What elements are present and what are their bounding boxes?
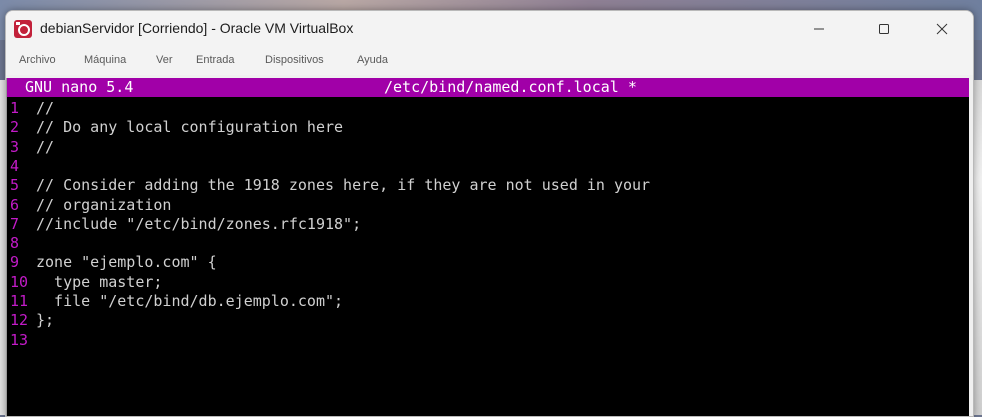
line-number: 4 <box>10 156 20 175</box>
line-number: 1 <box>10 99 20 117</box>
line-number: 3 <box>10 137 20 156</box>
virtualbox-app-icon <box>14 20 32 38</box>
title-bar[interactable]: debianServidor [Corriendo] - Oracle VM V… <box>6 11 973 47</box>
vm-screen[interactable]: GNU nano 5.4 /etc/bind/named.conf.local … <box>6 78 969 416</box>
line-number: 12 <box>10 311 29 330</box>
close-icon <box>936 23 948 35</box>
line-number: 9 <box>10 253 20 272</box>
line-number: 5 <box>10 176 20 195</box>
maximize-icon <box>879 24 889 34</box>
line-number: 13 <box>10 330 29 349</box>
line-number: 7 <box>10 214 20 233</box>
minimize-icon <box>814 28 824 30</box>
nano-file-name: /etc/bind/named.conf.local * <box>384 78 637 96</box>
window-title: debianServidor [Corriendo] - Oracle VM V… <box>40 20 354 36</box>
menu-entrada[interactable]: Entrada <box>196 54 235 66</box>
line-number: 8 <box>10 234 20 253</box>
minimize-button[interactable] <box>796 11 842 47</box>
menu-bar: Archivo Máquina Ver Entrada Dispositivos… <box>6 47 973 75</box>
menu-maquina[interactable]: Máquina <box>84 54 126 66</box>
line-number: 2 <box>10 118 20 137</box>
line-text: type master; <box>36 272 163 291</box>
maximize-button[interactable] <box>861 11 907 47</box>
nano-editor-area[interactable]: 1// 2// Do any local configuration here … <box>7 99 969 416</box>
line-text: file "/etc/bind/db.ejemplo.com"; <box>36 292 344 310</box>
line-number: 11 <box>10 292 29 310</box>
line-number: 6 <box>10 195 20 214</box>
line-text: // <box>36 137 55 156</box>
line-text: //include "/etc/bind/zones.rfc1918"; <box>36 214 362 233</box>
close-button[interactable] <box>919 11 965 47</box>
line-text: // <box>36 99 55 117</box>
virtualbox-window: debianServidor [Corriendo] - Oracle VM V… <box>5 10 974 417</box>
menu-archivo[interactable]: Archivo <box>19 54 56 66</box>
line-number: 10 <box>10 272 29 291</box>
line-text: zone "ejemplo.com" { <box>36 253 217 272</box>
line-text: // Do any local configuration here <box>36 118 344 137</box>
nano-version-label: GNU nano 5.4 <box>25 78 134 96</box>
menu-ayuda[interactable]: Ayuda <box>357 54 388 66</box>
nano-title-bar: GNU nano 5.4 /etc/bind/named.conf.local … <box>7 78 969 97</box>
menu-dispositivos[interactable]: Dispositivos <box>265 54 324 66</box>
line-text: // organization <box>36 195 172 214</box>
line-text: }; <box>36 311 55 330</box>
menu-ver[interactable]: Ver <box>156 54 173 66</box>
line-text: // Consider adding the 1918 zones here, … <box>36 176 651 195</box>
